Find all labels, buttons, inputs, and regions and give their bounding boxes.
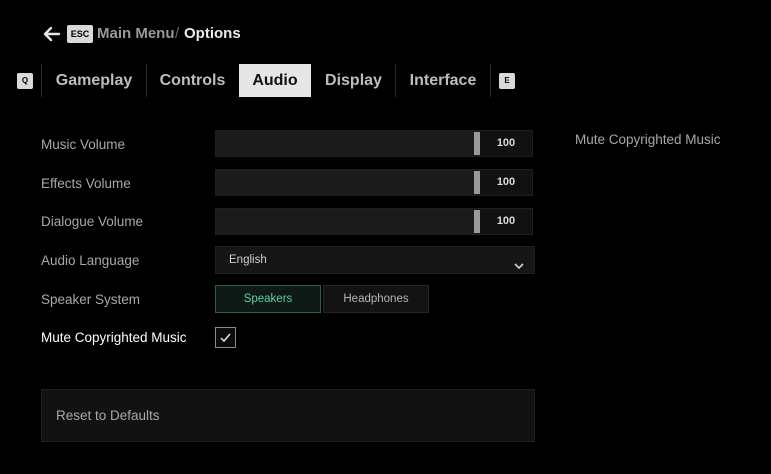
tab-audio[interactable]: Audio [239,64,311,97]
chevron-down-icon [514,255,524,270]
slider-fill [216,131,480,156]
slider-fill [216,170,480,195]
mute-copyrighted-music-label: Mute Copyrighted Music [41,330,187,345]
next-tab-key-hint[interactable]: E [499,73,515,89]
music-volume-slider[interactable]: 100 [215,130,533,157]
slider-fill [216,209,480,234]
speakers-option[interactable]: Speakers [215,285,321,313]
dialogue-volume-label: Dialogue Volume [41,214,144,229]
slider-value: 100 [480,209,532,234]
tab-interface[interactable]: Interface [396,64,490,97]
tab-divider [490,64,491,97]
prev-tab-key-hint[interactable]: Q [17,73,33,89]
tab-gameplay[interactable]: Gameplay [42,64,146,97]
effects-volume-label: Effects Volume [41,176,131,191]
effects-volume-slider[interactable]: 100 [215,169,533,196]
breadcrumb-separator: / [175,25,180,42]
dropdown-value: English [229,254,267,266]
slider-value: 100 [480,131,532,156]
page-title: Options [184,25,241,42]
music-volume-label: Music Volume [41,137,126,152]
mute-copyrighted-music-checkbox[interactable] [215,327,236,348]
breadcrumb-main-menu[interactable]: Main Menu [97,24,175,44]
esc-key-hint[interactable]: ESC [67,25,93,43]
slider-value: 100 [480,170,532,195]
audio-language-dropdown[interactable]: English [215,246,535,274]
checkmark-icon [220,333,231,343]
setting-description-title: Mute Copyrighted Music [575,132,721,147]
tab-controls[interactable]: Controls [147,64,238,97]
audio-language-label: Audio Language [41,253,140,268]
tab-display[interactable]: Display [312,64,395,97]
speaker-system-label: Speaker System [41,292,141,307]
headphones-option[interactable]: Headphones [323,285,429,313]
reset-to-defaults-button[interactable]: Reset to Defaults [41,389,535,442]
back-arrow-icon[interactable] [42,24,62,44]
dialogue-volume-slider[interactable]: 100 [215,208,533,235]
